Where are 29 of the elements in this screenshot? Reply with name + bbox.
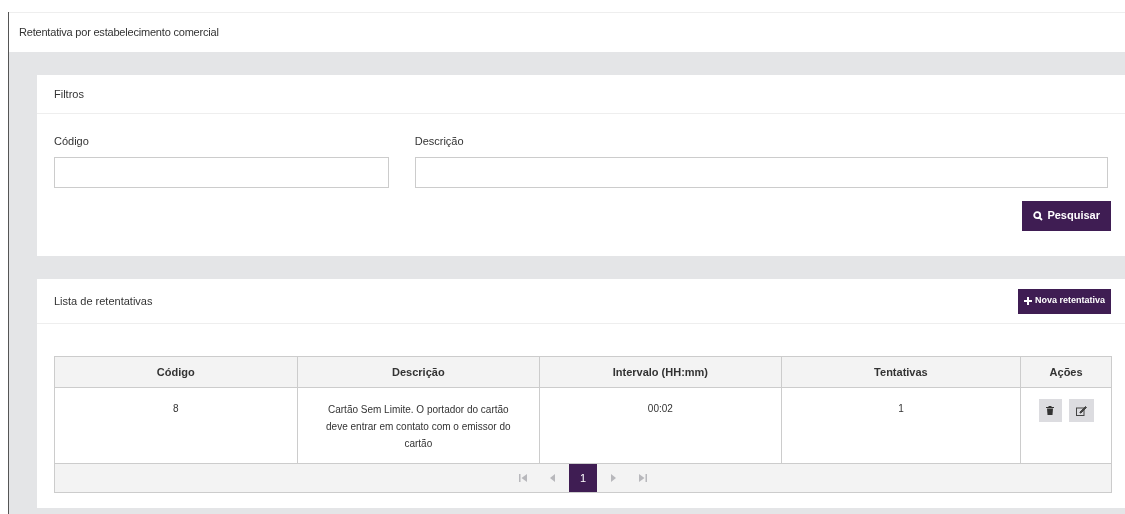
- search-button[interactable]: Pesquisar: [1022, 200, 1111, 231]
- card-title: Filtros: [54, 86, 84, 102]
- column-header: Código: [55, 357, 298, 387]
- column-header: Ações: [1048, 364, 1084, 380]
- column-header: Descrição: [297, 357, 541, 387]
- edit-button[interactable]: [1068, 399, 1094, 422]
- triangle-right-icon: [608, 473, 618, 483]
- field-label: Código: [54, 134, 90, 149]
- column-header: Tentativas: [781, 357, 1022, 387]
- field-label: Descrição: [414, 134, 465, 149]
- new-retry-button[interactable]: Nova retentativa: [1017, 288, 1111, 314]
- edit-icon: [1075, 405, 1087, 416]
- skip-left-icon: [518, 473, 528, 483]
- plus-icon: [1023, 297, 1032, 305]
- table-cell: 00:02: [540, 388, 782, 463]
- search-icon: [1033, 210, 1044, 221]
- table-cell-text: Cartão Sem Limite. O portador do cartão deve entrar em contato com o emissor do cartão: [325, 403, 512, 451]
- card-title: Lista de retentativas: [54, 293, 153, 309]
- column-header: Intervalo (HH:mm): [540, 357, 782, 387]
- page-title: Retentativa por estabelecimento comercial: [19, 25, 219, 41]
- trash-icon: [1046, 406, 1055, 415]
- page-button[interactable]: 1: [569, 464, 597, 492]
- input-field[interactable]: [54, 156, 389, 188]
- triangle-left-icon: [548, 473, 558, 483]
- input-field[interactable]: [414, 156, 1108, 188]
- skip-right-icon: [638, 473, 648, 483]
- table-cell: 1: [781, 388, 1022, 463]
- delete-button[interactable]: [1038, 399, 1062, 422]
- table-cell: 8: [55, 388, 298, 463]
